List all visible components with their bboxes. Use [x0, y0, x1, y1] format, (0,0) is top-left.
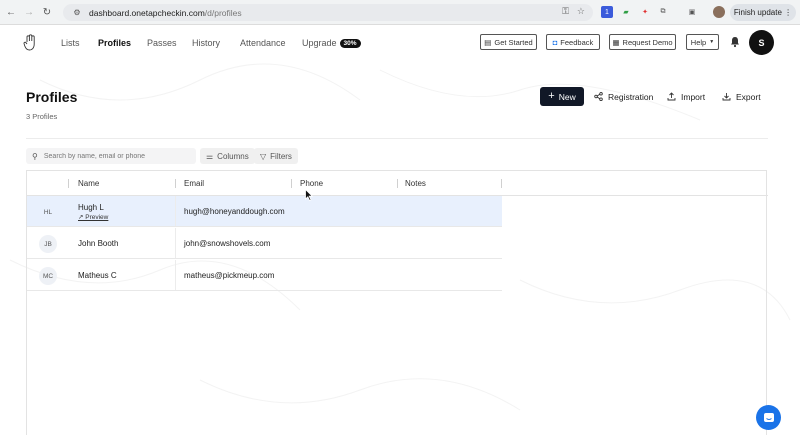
download-icon — [722, 93, 731, 101]
user-avatar[interactable]: S — [749, 30, 774, 55]
filter-icon: ▽ — [260, 151, 267, 161]
columns-button[interactable]: ⚌ Columns — [200, 148, 255, 164]
avatar: HL — [43, 208, 53, 216]
feedback-button[interactable]: ◘ Feedback — [546, 34, 600, 50]
header-name[interactable]: Name — [78, 179, 99, 188]
avatar: JB — [39, 235, 57, 253]
nav-profiles[interactable]: Profiles — [98, 38, 131, 48]
header-email[interactable]: Email — [184, 179, 204, 188]
chat-widget-button[interactable] — [756, 405, 781, 430]
table-row[interactable]: HL Hugh L ↗ Preview hugh@honeyanddough.c… — [27, 196, 502, 227]
nav-lists[interactable]: Lists — [61, 38, 80, 48]
profile-email[interactable]: hugh@honeyanddough.com — [184, 207, 285, 216]
site-info-icon[interactable]: ⚙ — [71, 7, 83, 19]
feedback-icon: ◘ — [552, 37, 558, 47]
column-separator — [175, 196, 176, 226]
column-separator — [175, 260, 176, 290]
preview-link[interactable]: ↗ Preview — [78, 213, 108, 221]
profile-name[interactable]: Matheus C — [78, 271, 117, 280]
header-notes[interactable]: Notes — [405, 179, 426, 188]
table-header: Name Email Phone Notes — [27, 171, 768, 196]
column-separator — [68, 179, 69, 188]
app-header: Lists Profiles Passes History Attendance… — [0, 26, 800, 60]
finish-update-button[interactable]: Finish update ⋮ — [730, 4, 796, 21]
puzzle-icon[interactable]: ⧉ — [657, 6, 669, 18]
tab-search-icon[interactable]: ▣ — [686, 6, 698, 18]
column-separator — [397, 179, 398, 188]
column-separator — [175, 228, 176, 258]
sliders-icon: ⚌ — [206, 151, 214, 161]
export-button[interactable]: Export — [722, 87, 761, 106]
get-started-button[interactable]: ▤ Get Started — [480, 34, 537, 50]
plus-icon: + — [548, 90, 555, 102]
forward-arrow-icon[interactable]: → — [22, 5, 36, 19]
reload-icon[interactable]: ↻ — [40, 5, 54, 19]
help-button[interactable]: Help ▼ — [686, 34, 719, 50]
back-arrow-icon[interactable]: ← — [4, 5, 18, 19]
bookmark-star-icon[interactable]: ☆ — [577, 6, 585, 17]
mouse-cursor-icon — [305, 189, 313, 201]
chevron-down-icon: ▼ — [709, 39, 715, 45]
import-button[interactable]: Import — [667, 87, 705, 106]
chat-bubble-icon — [763, 412, 774, 422]
app-logo-icon[interactable] — [23, 34, 37, 51]
bell-icon[interactable] — [729, 36, 741, 48]
search-icon: ⚲ — [32, 151, 38, 161]
profiles-table: Name Email Phone Notes HL Hugh L ↗ Previ… — [26, 170, 768, 435]
nav-attendance[interactable]: Attendance — [240, 38, 286, 48]
search-box[interactable]: ⚲ — [26, 148, 196, 164]
address-bar[interactable]: ⚙ dashboard.onetapcheckin.com/d/profiles… — [63, 4, 593, 21]
upload-icon — [667, 92, 676, 101]
search-input[interactable] — [43, 152, 184, 160]
browser-toolbar: ← → ↻ ⚙ dashboard.onetapcheckin.com/d/pr… — [0, 0, 800, 25]
key-icon[interactable]: ⚿ — [562, 6, 569, 17]
profile-email[interactable]: matheus@pickmeup.com — [184, 271, 274, 280]
nav-history[interactable]: History — [192, 38, 220, 48]
header-phone[interactable]: Phone — [300, 179, 323, 188]
section-divider — [26, 138, 768, 139]
profile-name[interactable]: John Booth — [78, 239, 118, 248]
page-title: Profiles — [26, 89, 78, 105]
column-separator — [501, 179, 502, 188]
new-profile-button[interactable]: + New — [540, 87, 584, 106]
share-icon — [594, 92, 603, 101]
table-row[interactable]: MC Matheus C matheus@pickmeup.com — [27, 260, 502, 291]
upgrade-discount-badge: 30% — [339, 39, 361, 48]
book-icon: ▤ — [484, 37, 492, 47]
extension-icon[interactable]: 1 — [601, 6, 613, 18]
calendar-icon: ▦ — [612, 37, 620, 47]
profile-name[interactable]: Hugh L — [78, 203, 104, 212]
column-separator — [175, 179, 176, 188]
avatar: MC — [39, 267, 57, 285]
column-separator — [291, 179, 292, 188]
profile-email[interactable]: john@snowshovels.com — [184, 239, 270, 248]
extension-leaf-icon[interactable]: ▰ — [620, 6, 632, 18]
browser-profile-avatar[interactable] — [713, 6, 725, 18]
table-row[interactable]: JB John Booth john@snowshovels.com — [27, 228, 502, 259]
extension-red-icon[interactable]: ✦ — [639, 6, 651, 18]
profile-count: 3 Profiles — [26, 112, 58, 121]
nav-upgrade[interactable]: Upgrade 30% — [302, 38, 361, 48]
request-demo-button[interactable]: ▦ Request Demo — [609, 34, 676, 50]
url-text: dashboard.onetapcheckin.com/d/profiles — [89, 7, 242, 18]
registration-button[interactable]: Registration — [594, 87, 653, 106]
nav-passes[interactable]: Passes — [147, 38, 177, 48]
filters-button[interactable]: ▽ Filters — [254, 148, 298, 164]
